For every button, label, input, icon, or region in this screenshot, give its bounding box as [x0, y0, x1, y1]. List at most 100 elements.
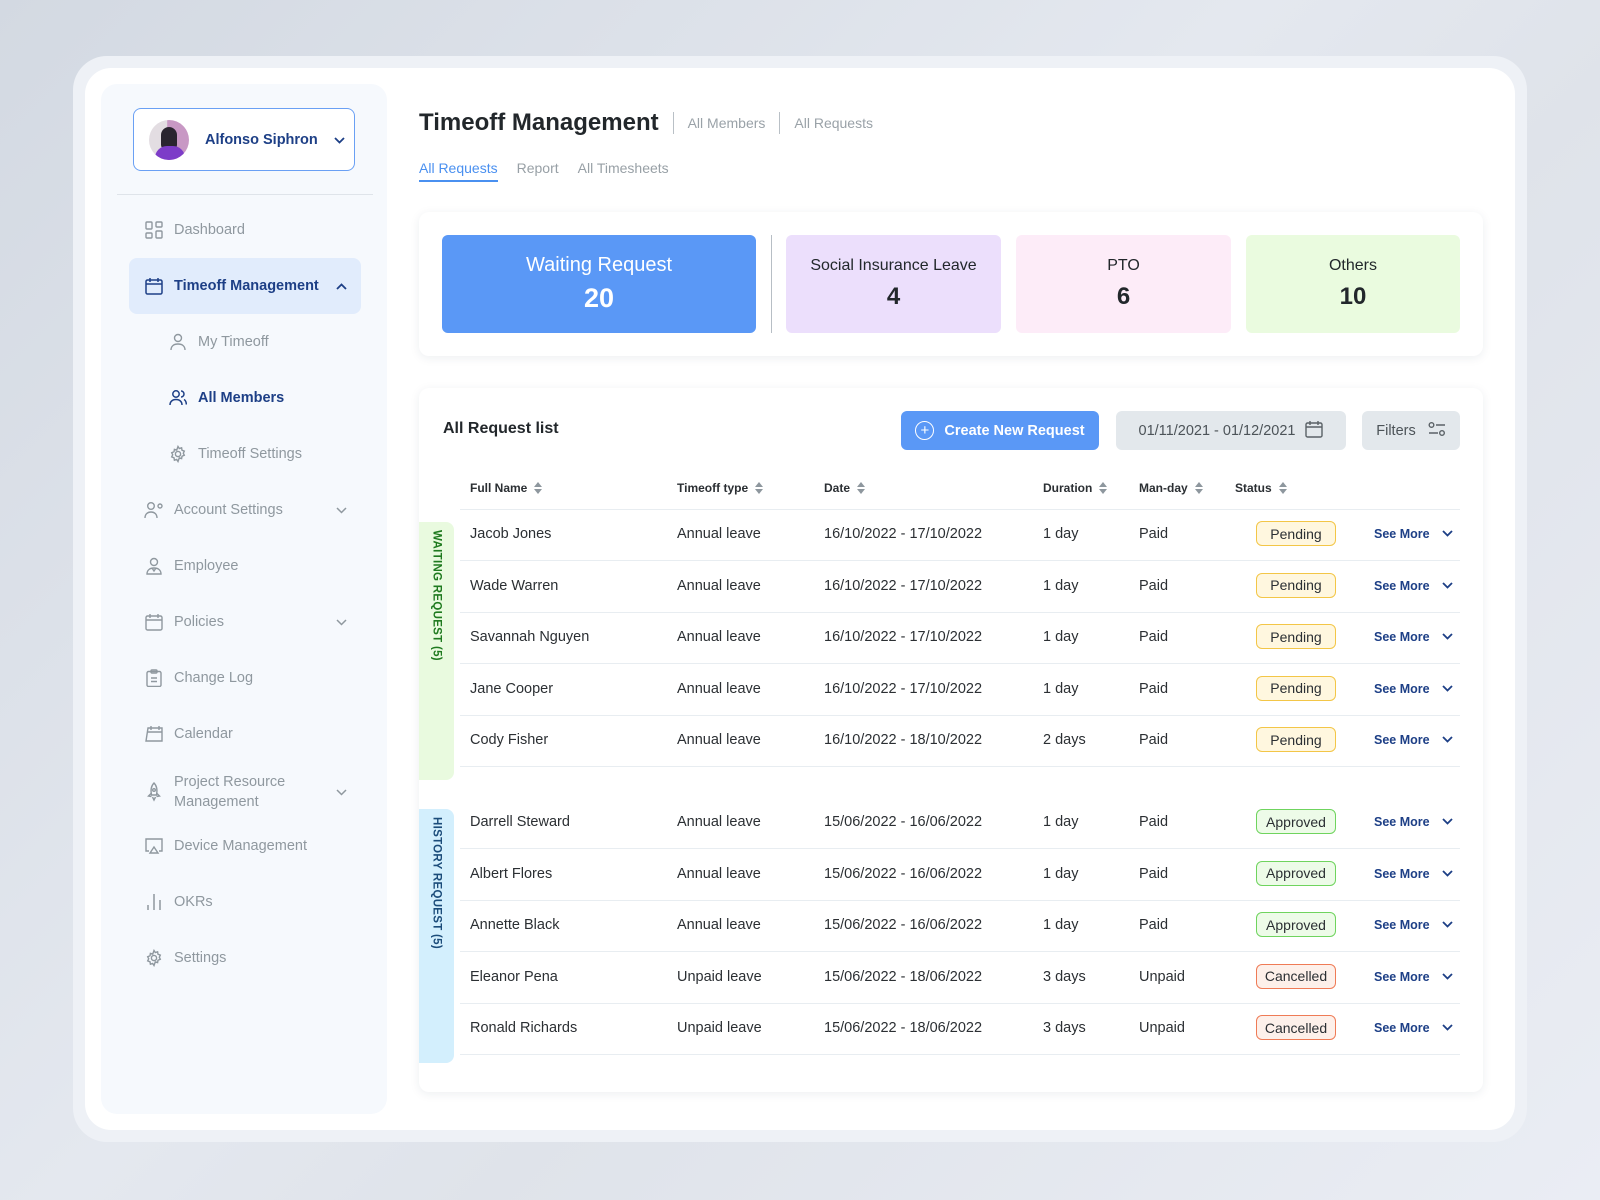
column-header-man-day[interactable]: Man-day — [1139, 481, 1203, 495]
cell-timeoff-type: Annual leave — [677, 814, 761, 830]
table-row[interactable]: Cody Fisher Annual leave 16/10/2022 - 18/1… — [460, 716, 1460, 767]
see-more-label: See More — [1374, 578, 1430, 593]
monitor-icon — [143, 835, 165, 857]
cell-timeoff-type: Unpaid leave — [677, 1020, 762, 1036]
section-tag-history-request: HISTORY REQUEST (5) — [419, 809, 454, 1063]
column-header-date[interactable]: Date — [824, 481, 866, 495]
user-switcher[interactable]: Alfonso Siphron — [133, 108, 355, 171]
see-more-label: See More — [1374, 1021, 1430, 1035]
table-row[interactable]: Albert Flores Annual leave 15/06/2022 - 16… — [460, 850, 1460, 901]
sidebar-item-change-log[interactable]: Change Log — [129, 650, 361, 706]
cell-date: 15/06/2022 - 16/06/2022 — [824, 814, 983, 830]
table-row[interactable]: Darrell Steward Annual leave 15/06/2022 - … — [460, 798, 1460, 849]
page-title: Timeoff Management — [419, 109, 659, 136]
sidebar-item-dashboard[interactable]: Dashboard — [129, 202, 361, 258]
see-more-link[interactable]: See More — [1374, 527, 1453, 541]
tab-all-timesheets[interactable]: All Timesheets — [578, 160, 669, 182]
table-row[interactable]: Savannah Nguyen Annual leave 16/10/2022 - … — [460, 613, 1460, 664]
table-row[interactable]: Jacob Jones Annual leave 16/10/2022 - 17/1… — [460, 510, 1460, 561]
see-more-link[interactable]: See More — [1374, 1021, 1453, 1035]
table-row[interactable]: Eleanor Pena Unpaid leave 15/06/2022 - 18/… — [460, 953, 1460, 1004]
status-badge: Cancelled — [1256, 963, 1336, 989]
sidebar-item-all-members[interactable]: All Members — [153, 370, 361, 426]
stat-social-insurance-leave[interactable]: Social Insurance Leave 4 — [786, 235, 1001, 333]
filters-button[interactable]: Filters — [1362, 411, 1460, 450]
see-more-label: See More — [1374, 918, 1430, 932]
clipboard-icon — [143, 667, 165, 689]
see-more-link[interactable]: See More — [1374, 579, 1453, 593]
status-badge: Pending — [1256, 624, 1336, 649]
tab-all-requests[interactable]: All Requests — [419, 160, 498, 182]
date-range-picker[interactable]: 01/11/2021 - 01/12/2021 — [1116, 411, 1346, 450]
see-more-link[interactable]: See More — [1374, 733, 1453, 747]
breadcrumb-all-members[interactable]: All Members — [688, 115, 766, 131]
sidebar-item-employee[interactable]: Employee — [129, 538, 361, 594]
see-more-link[interactable]: See More — [1374, 867, 1453, 881]
sidebar-item-project-resource-management[interactable]: Project Resource Management — [129, 762, 361, 822]
table-header: Full Name Timeoff type Date Duration Man… — [460, 466, 1460, 510]
create-new-request-button[interactable]: + Create New Request — [901, 411, 1099, 450]
rocket-icon — [143, 781, 165, 803]
see-more-label: See More — [1374, 733, 1430, 747]
stat-waiting-request[interactable]: Waiting Request 20 — [442, 235, 756, 333]
see-more-label: See More — [1374, 527, 1430, 541]
sidebar-item-label: Dashboard — [174, 222, 245, 238]
chevron-up-icon — [336, 279, 347, 293]
stat-others[interactable]: Others 10 — [1246, 235, 1460, 333]
cell-date: 16/10/2022 - 17/10/2022 — [824, 526, 983, 542]
tab-report[interactable]: Report — [517, 160, 559, 182]
see-more-link[interactable]: See More — [1374, 918, 1453, 932]
status-badge: Approved — [1256, 860, 1336, 886]
cell-date: 16/10/2022 - 17/10/2022 — [824, 577, 983, 594]
see-more-link[interactable]: See More — [1374, 682, 1453, 696]
sidebar-item-timeoff-settings[interactable]: Timeoff Settings — [153, 426, 361, 482]
sidebar-item-account-settings[interactable]: Account Settings — [129, 482, 361, 538]
table-row[interactable]: Annette Black Annual leave 15/06/2022 - 16… — [460, 901, 1460, 952]
see-more-link[interactable]: See More — [1374, 970, 1453, 984]
breadcrumb-all-requests[interactable]: All Requests — [794, 115, 873, 131]
stat-label: Others — [1328, 257, 1377, 274]
column-header-full-name[interactable]: Full Name — [470, 481, 543, 495]
sidebar-item-policies[interactable]: Policies — [129, 594, 361, 650]
sidebar-item-label: Account Settings — [174, 502, 283, 518]
column-header-timeoff-type[interactable]: Timeoff type — [677, 481, 764, 495]
sidebar-item-calendar[interactable]: Calendar — [129, 706, 361, 762]
avatar — [149, 119, 189, 160]
cell-full-name: Cody Fisher — [470, 732, 549, 748]
sidebar-item-device-management[interactable]: Device Management — [129, 818, 361, 874]
cell-date: 16/10/2022 - 18/10/2022 — [824, 732, 983, 748]
sidebar-item-timeoff-management[interactable]: Timeoff Management — [129, 258, 361, 314]
sort-icon — [1194, 482, 1203, 494]
sidebar-item-label: Calendar — [174, 726, 233, 742]
table-row[interactable]: Jane Cooper Annual leave 16/10/2022 - 17/1… — [460, 665, 1460, 716]
column-header-duration[interactable]: Duration — [1043, 481, 1108, 495]
status-badge: Approved — [1256, 912, 1336, 937]
cell-timeoff-type: Annual leave — [677, 680, 761, 697]
status-badge: Pending — [1256, 675, 1336, 701]
cell-man-day: Unpaid — [1139, 1020, 1185, 1036]
cell-full-name: Annette Black — [470, 917, 560, 933]
cell-man-day: Unpaid — [1139, 968, 1185, 985]
cell-date: 15/06/2022 - 18/06/2022 — [824, 1020, 983, 1036]
table-row[interactable]: Ronald Richards Unpaid leave 15/06/2022 - … — [460, 1004, 1460, 1055]
column-header-status[interactable]: Status — [1235, 481, 1287, 495]
see-more-link[interactable]: See More — [1374, 630, 1453, 644]
calendar-page-icon — [143, 723, 165, 745]
cell-man-day: Paid — [1139, 732, 1169, 748]
cell-full-name: Wade Warren — [470, 577, 559, 594]
cell-duration: 1 day — [1043, 629, 1079, 645]
stat-pto[interactable]: PTO 6 — [1016, 235, 1231, 333]
stat-value: 6 — [1116, 283, 1131, 310]
see-more-link[interactable]: See More — [1374, 815, 1453, 829]
cell-timeoff-type: Annual leave — [677, 577, 761, 594]
request-list-panel: All Request list + Create New Request 01… — [419, 388, 1483, 1092]
cell-timeoff-type: Annual leave — [677, 732, 761, 748]
sidebar-item-settings[interactable]: Settings — [129, 930, 361, 986]
plus-circle-icon: + — [915, 421, 935, 440]
stat-label: Social Insurance Leave — [810, 257, 977, 274]
sidebar-item-my-timeoff[interactable]: My Timeoff — [153, 314, 361, 370]
table-row[interactable]: Wade Warren Annual leave 16/10/2022 - 17/1… — [460, 562, 1460, 613]
sidebar-item-okrs[interactable]: OKRs — [129, 874, 361, 930]
status-badge: Pending — [1256, 727, 1336, 752]
see-more-label: See More — [1374, 681, 1430, 696]
